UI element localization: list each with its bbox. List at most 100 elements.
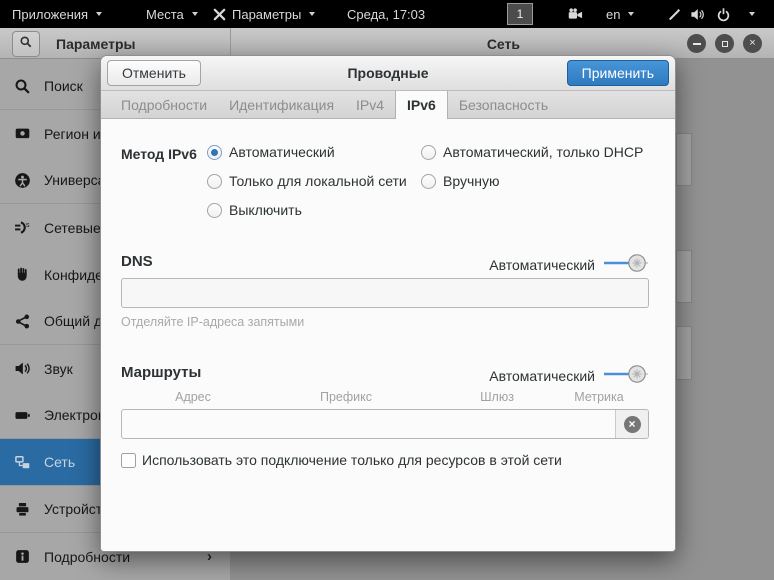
tab-identity[interactable]: Идентификация [218,91,345,119]
dns-hint: Отделяйте IP-адреса запятыми [121,315,305,329]
keyboard-layout-label: en [606,6,621,22]
routes-column-prefix: Префикс [319,390,373,404]
radio-automatic[interactable]: Автоматический [207,144,335,160]
routes-input[interactable] [122,410,615,438]
online-accounts-icon: s [14,219,31,236]
top-bar: Приложения Места Параметры Среда, 17:03 … [0,0,774,28]
input-pen-icon[interactable] [667,0,682,28]
routes-label: Маршруты [121,364,202,381]
apply-button[interactable]: Применить [566,60,669,86]
svg-text:s: s [26,220,30,229]
radio-button-icon [421,144,436,160]
radio-label: Только для локальной сети [229,173,407,189]
battery-icon [14,407,31,424]
method-label: Метод IPv6 [121,146,197,162]
clock[interactable]: Среда, 17:03 [347,0,425,28]
minimize-icon [692,42,701,45]
maximize-icon [721,40,728,47]
routes-delete-button[interactable]: × [615,410,648,438]
checkbox-label: Использовать это подключение только для … [142,452,562,468]
routes-column-address: Адрес [175,390,211,404]
dialog-tabbar: Подробности Идентификация IPv4 IPv6 Безо… [101,91,675,119]
wired-dialog: Отменить Проводные Применить Подробности… [100,55,676,552]
chevron-down-icon [749,12,755,16]
dns-input[interactable] [121,278,649,308]
routes-toggle-label: Автоматический [489,367,595,384]
workspace-indicator[interactable]: 1 [507,3,533,25]
dns-toggle-label: Автоматический [489,256,595,273]
radio-label: Автоматический, только DHCP [443,144,644,160]
volume-icon[interactable] [689,0,706,28]
routes-auto-switch[interactable] [603,364,649,387]
settings-menu[interactable]: Параметры [212,0,316,28]
workspace-number: 1 [516,7,524,21]
applications-menu-label: Приложения [12,6,89,22]
info-icon [14,548,31,565]
close-icon: × [749,37,756,49]
sidebar-item-label: Устройст [44,501,103,517]
dns-auto-toggle-row: Автоматический [489,253,649,276]
places-menu[interactable]: Места [146,0,198,28]
dialog-headerbar: Отменить Проводные Применить [101,56,675,91]
cancel-button[interactable]: Отменить [107,60,201,86]
tab-ipv4[interactable]: IPv4 [345,91,395,119]
routes-row: × [121,409,649,439]
tab-ipv6[interactable]: IPv6 [395,91,448,119]
tab-security[interactable]: Безопасность [448,91,559,119]
keyboard-layout-indicator[interactable]: en [606,0,635,28]
sidebar-item-label: Поиск [44,78,83,94]
radio-label: Вручную [443,173,500,189]
applications-menu[interactable]: Приложения [12,0,103,28]
dimmed-field [676,250,692,303]
radio-button-icon [207,202,222,218]
minimize-button[interactable] [687,34,706,53]
ipv6-tab-content: Метод IPv6 Автоматический Только для лок… [101,119,675,551]
checkbox-icon [121,452,136,468]
radio-manual[interactable]: Вручную [421,173,500,189]
radio-disable[interactable]: Выключить [207,202,302,218]
radio-link-local[interactable]: Только для локальной сети [207,173,407,189]
sidebar-item-label: Общий д [44,313,103,329]
maximize-button[interactable] [715,34,734,53]
sidebar-item-label: Электроп [44,407,106,423]
routes-column-metric: Метрика [574,390,624,404]
delete-icon: × [623,415,641,433]
speaker-icon [14,360,31,377]
network-icon [14,454,31,471]
system-menu-caret[interactable] [746,0,755,28]
dns-auto-switch[interactable] [603,253,649,276]
radio-label: Выключить [229,202,302,218]
sidebar-item-label: Регион и [44,125,101,142]
power-icon[interactable] [716,0,731,28]
chevron-down-icon [309,12,316,16]
page-title-label: Сеть [486,35,520,52]
search-button[interactable] [12,31,40,57]
chevron-down-icon [628,12,635,16]
window-controls: × [687,28,762,59]
devices-icon [14,501,31,518]
radio-button-icon [421,173,436,189]
tab-details[interactable]: Подробности [110,91,218,119]
share-icon [14,313,31,330]
radio-label: Автоматический [229,144,335,160]
radio-button-icon [207,173,222,189]
flag-icon [14,125,31,142]
dimmed-field [676,326,692,380]
use-only-for-network-checkbox[interactable]: Использовать это подключение только для … [121,452,562,468]
search-icon [19,35,33,54]
crossed-tools-icon [212,7,227,22]
search-icon [14,78,31,95]
dns-label: DNS [121,253,153,270]
chevron-down-icon [96,12,103,16]
settings-menu-label: Параметры [232,6,302,22]
radio-button-icon [207,144,222,160]
dimmed-field [676,133,692,186]
places-menu-label: Места [146,6,184,22]
radio-dhcp-only[interactable]: Автоматический, только DHCP [421,144,643,160]
accessibility-icon [14,172,31,189]
sidebar-item-label: Сетевые [44,219,101,236]
close-button[interactable]: × [743,34,762,53]
sidebar-item-label: Сеть [44,454,76,470]
clock-label: Среда, 17:03 [347,6,426,22]
camera-icon[interactable] [567,0,584,28]
